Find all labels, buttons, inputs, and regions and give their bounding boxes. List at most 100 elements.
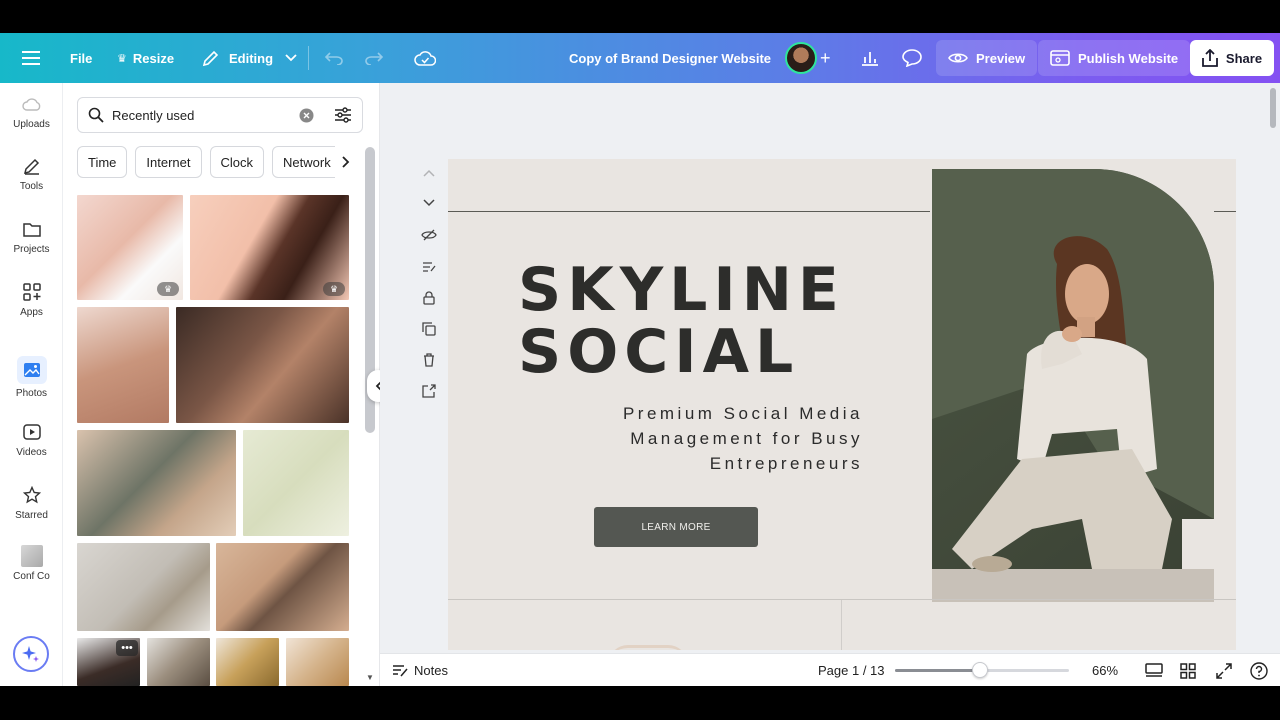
rail-label: Photos [15,388,48,399]
pencil-icon [202,50,219,66]
comment-icon [902,49,922,67]
canvas-scrollbar[interactable] [1270,88,1276,128]
notes-button[interactable]: Notes [392,654,448,687]
rail-item-uploads[interactable]: Uploads [0,93,63,130]
move-page-down-button[interactable] [418,192,440,214]
magic-assistant-button[interactable] [13,636,49,672]
zoom-level-text: 66% [1092,663,1119,678]
apps-grid-icon [21,281,43,303]
photo-thumbnail[interactable] [286,638,349,686]
insights-button[interactable] [861,33,879,83]
redo-button[interactable] [365,33,383,83]
rail-label: Tools [19,181,44,192]
fullscreen-button[interactable] [1216,654,1232,687]
photo-thumbnail[interactable]: ♛ [77,195,183,300]
photo-thumbnail[interactable] [77,307,169,423]
file-menu[interactable]: File [70,33,92,83]
comments-button[interactable] [902,33,922,83]
hero-title-line2: SOCIAL [518,317,800,387]
help-button[interactable] [1250,654,1268,687]
move-page-up-button[interactable] [418,162,440,184]
eye-slash-icon [421,229,437,241]
grid-view-icon [1180,662,1196,679]
clear-search-icon[interactable] [299,108,314,123]
chip-time[interactable]: Time [77,146,128,178]
photo-thumbnail[interactable] [216,638,279,686]
rail-item-videos[interactable]: Videos [0,421,63,458]
rail-item-projects[interactable]: Projects [0,218,63,255]
rail-item-brand[interactable]: Conf Co [0,545,63,582]
search-input[interactable]: Recently used [112,108,291,123]
photo-thumbnail[interactable] [77,430,236,536]
menu-button[interactable] [22,33,40,83]
resize-button[interactable]: ♛ Resize [117,33,174,83]
rail-item-photos[interactable]: Photos [0,356,63,399]
hamburger-icon [22,51,40,65]
photo-thumbnail[interactable] [77,543,210,631]
scroll-down-arrow[interactable]: ▼ [366,673,374,682]
pen-tool-icon [21,155,43,177]
add-collaborator-button[interactable]: + [820,33,831,83]
sparkle-icon [22,646,39,662]
pages-view-button[interactable] [1145,654,1163,687]
more-options-button[interactable]: ••• [116,640,138,656]
preview-button[interactable]: Preview [936,40,1038,76]
chip-network[interactable]: Network [272,146,342,178]
edit-lines-icon [423,262,436,272]
chips-next-button[interactable] [335,146,357,178]
document-title[interactable]: Copy of Brand Designer Website [569,33,771,83]
duplicate-page-button[interactable] [418,318,440,340]
publish-label: Publish Website [1078,50,1179,66]
cloud-upload-icon [21,93,43,115]
page-indicator[interactable]: Page 1 / 13 [818,654,885,687]
decorative-line [1214,211,1236,212]
photo-thumbnail[interactable] [176,307,349,423]
rail-label: Starred [15,510,48,521]
ellipsis-icon: ••• [121,642,133,654]
duplicate-icon [422,322,436,336]
photos-panel: Recently used Time Internet Clock Networ… [63,83,380,686]
resize-label: Resize [132,50,175,66]
photo-thumbnail[interactable] [243,430,349,536]
rail-item-starred[interactable]: Starred [0,484,63,521]
hero-subtitle[interactable]: Premium Social Media Management for Busy… [588,401,863,476]
learn-more-button[interactable]: LEARN MORE [594,507,758,547]
save-status-button[interactable] [414,33,436,83]
rail-label: Projects [13,244,50,255]
notes-icon [393,664,408,676]
zoom-level-button[interactable]: 66% [1092,654,1118,687]
publish-website-button[interactable]: Publish Website [1038,40,1191,76]
filter-icon[interactable] [334,107,352,123]
page-indicator-text: Page 1 / 13 [818,663,885,678]
add-page-button[interactable] [418,380,440,402]
undo-button[interactable] [325,33,343,83]
hero-title[interactable]: SKYLINE SOCIAL [518,259,845,383]
suggestion-chips: Time Internet Clock Network [77,146,367,178]
share-button[interactable]: Share [1190,40,1274,76]
help-icon [1250,661,1268,680]
next-section-preview [608,645,688,650]
chip-internet[interactable]: Internet [135,146,202,178]
photo-thumbnail[interactable] [216,543,349,631]
page-notes-button[interactable] [418,256,440,278]
share-label: Share [1225,50,1263,66]
avatar[interactable] [785,42,817,74]
hide-page-button[interactable] [418,224,440,246]
photo-thumbnail[interactable]: ••• [77,638,140,686]
delete-page-button[interactable] [418,349,440,371]
brand-thumbnail-icon [20,545,43,567]
rail-item-tools[interactable]: Tools [0,155,63,192]
design-page[interactable]: SKYLINE SOCIAL Premium Social Media Mana… [448,159,1236,650]
zoom-slider-handle[interactable] [972,662,989,678]
chip-clock[interactable]: Clock [209,146,265,178]
hero-photo[interactable] [932,169,1214,602]
photo-thumbnail[interactable]: ♛ [190,195,349,300]
editing-mode-dropdown[interactable]: Editing [202,33,297,83]
grid-view-button[interactable] [1180,654,1196,687]
rail-item-apps[interactable]: Apps [0,281,63,318]
chevron-down-icon [423,199,435,207]
decorative-line [448,211,930,212]
lock-page-button[interactable] [418,287,440,309]
photo-thumbnail[interactable] [147,638,210,686]
search-box[interactable]: Recently used [77,97,363,133]
